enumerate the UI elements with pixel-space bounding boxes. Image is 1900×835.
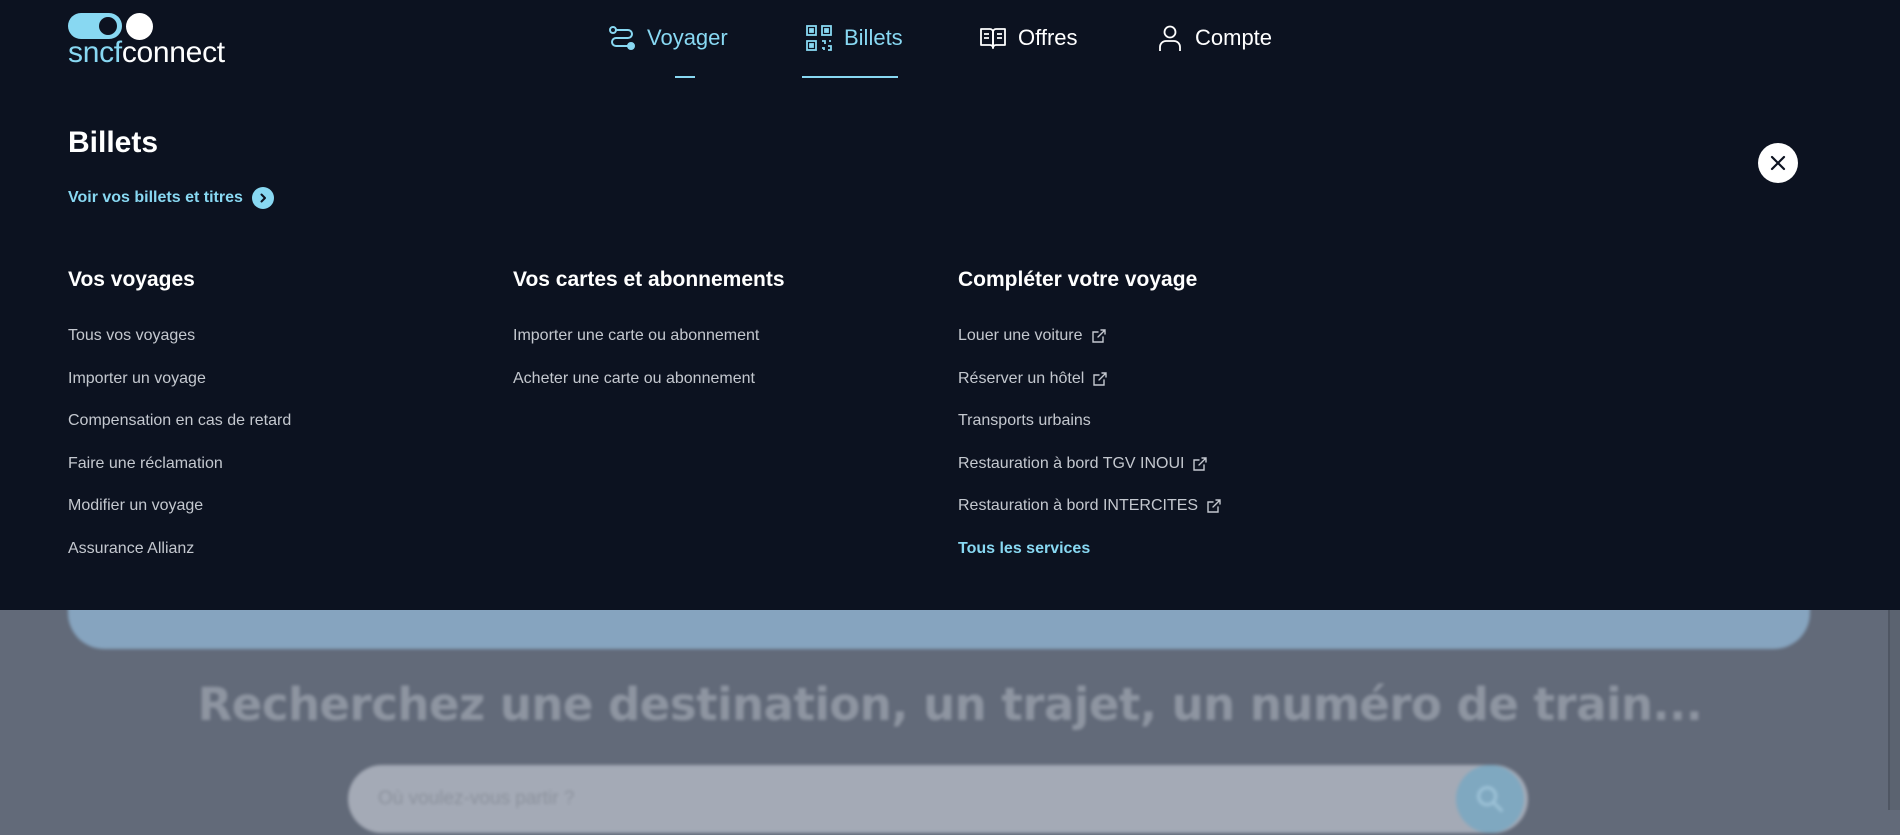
menu-link-louer-voiture[interactable]: Louer une voiture: [958, 315, 1222, 358]
column-cartes-abonnements: Vos cartes et abonnements Importer une c…: [513, 268, 785, 400]
see-tickets-label: Voir vos billets et titres: [68, 189, 243, 206]
link-list: Louer une voiture Réserver un hôtel Tran…: [958, 315, 1222, 570]
nav-billets-indicator: [802, 76, 898, 78]
menu-link-importer-un-voyage[interactable]: Importer un voyage: [68, 358, 291, 401]
column-completer-voyage: Compléter votre voyage Louer une voiture…: [958, 268, 1222, 570]
menu-link-tous-les-services[interactable]: Tous les services: [958, 528, 1222, 571]
column-title: Vos cartes et abonnements: [513, 268, 785, 291]
menu-link-faire-reclamation[interactable]: Faire une réclamation: [68, 443, 291, 486]
link-list: Tous vos voyages Importer un voyage Comp…: [68, 315, 291, 570]
menu-title: Billets: [68, 126, 159, 159]
column-title: Vos voyages: [68, 268, 195, 291]
billets-menu-panel: sncfconnect Voyager Billets Offres Compt…: [0, 0, 1900, 610]
search-button[interactable]: [1456, 765, 1524, 833]
menu-link-reserver-hotel[interactable]: Réserver un hôtel: [958, 358, 1222, 401]
nav-offres[interactable]: Offres: [979, 18, 1078, 78]
nav-voyager[interactable]: Voyager: [608, 18, 728, 78]
logo-text: sncfconnect: [68, 36, 225, 70]
nav-billets[interactable]: Billets: [802, 18, 903, 78]
search-headline: Recherchez une destination, un trajet, u…: [197, 678, 1703, 731]
logo-text-connect: connect: [121, 36, 225, 69]
link-list: Importer une carte ou abonnement Acheter…: [513, 315, 785, 400]
menu-link-acheter-carte[interactable]: Acheter une carte ou abonnement: [513, 358, 785, 401]
close-menu-button[interactable]: [1758, 143, 1798, 183]
nav-voyager-indicator: [675, 76, 695, 78]
external-link-icon: [1193, 457, 1208, 471]
book-icon: [980, 28, 1006, 49]
column-vos-voyages: Vos voyages Tous vos voyages Importer un…: [68, 268, 291, 570]
menu-link-tous-vos-voyages[interactable]: Tous vos voyages: [68, 315, 291, 358]
nav-billets-label: Billets: [844, 25, 903, 50]
destination-search-input[interactable]: Où voulez-vous partir ?: [348, 765, 1528, 833]
route-icon: [609, 26, 635, 50]
qr-code-icon: [806, 25, 832, 51]
sncf-connect-logo[interactable]: sncfconnect: [68, 12, 238, 70]
user-icon: [1159, 25, 1181, 51]
close-icon: [1770, 155, 1786, 171]
menu-link-restauration-tgv[interactable]: Restauration à bord TGV INOUI: [958, 443, 1222, 486]
nav-offres-label: Offres: [1018, 25, 1078, 50]
chevron-right-icon: [251, 187, 274, 209]
menu-link-importer-carte[interactable]: Importer une carte ou abonnement: [513, 315, 785, 358]
nav-compte-label: Compte: [1195, 25, 1273, 50]
external-link-icon: [1091, 329, 1106, 343]
nav-voyager-label: Voyager: [647, 25, 728, 50]
menu-link-modifier-voyage[interactable]: Modifier un voyage: [68, 485, 291, 528]
column-title: Compléter votre voyage: [958, 268, 1198, 291]
external-link-icon: [1093, 372, 1107, 386]
search-icon: [1476, 785, 1504, 813]
logo-text-sncf: sncf: [68, 36, 122, 69]
see-tickets-link[interactable]: Voir vos billets et titres: [68, 187, 274, 209]
menu-link-transports-urbains[interactable]: Transports urbains: [958, 400, 1222, 443]
search-placeholder: Où voulez-vous partir ?: [378, 788, 575, 809]
external-link-icon: [1207, 499, 1221, 513]
menu-link-compensation-retard[interactable]: Compensation en cas de retard: [68, 400, 291, 443]
nav-compte[interactable]: Compte: [1156, 18, 1272, 78]
menu-link-assurance-allianz[interactable]: Assurance Allianz: [68, 528, 291, 571]
menu-link-restauration-intercites[interactable]: Restauration à bord INTERCITES: [958, 485, 1222, 528]
